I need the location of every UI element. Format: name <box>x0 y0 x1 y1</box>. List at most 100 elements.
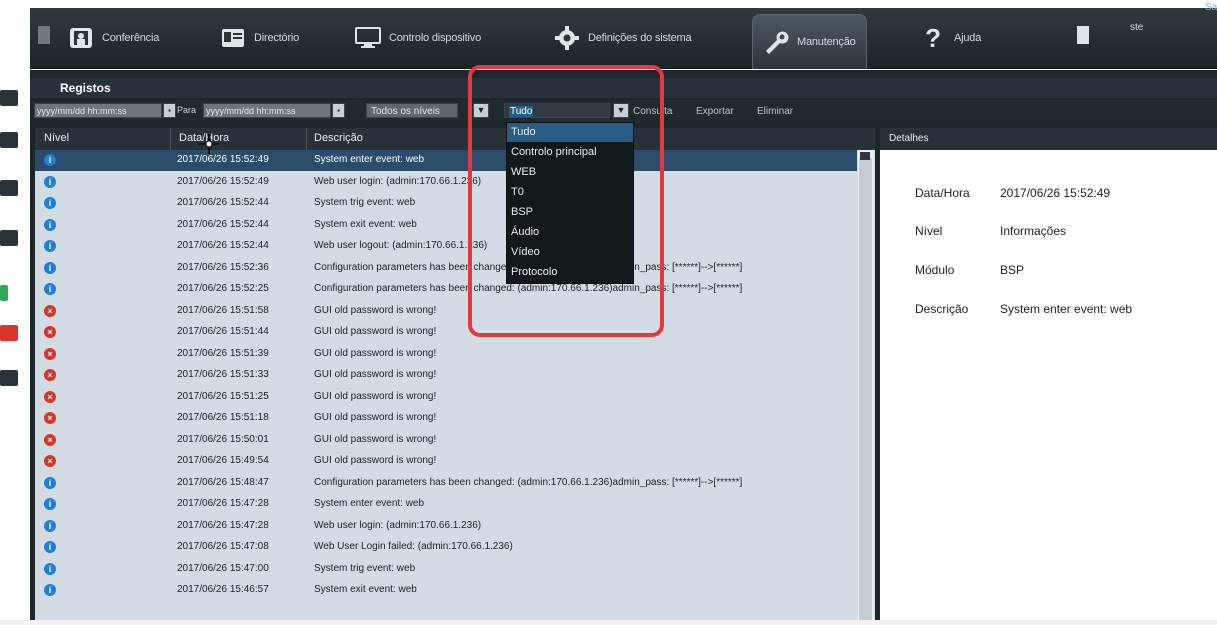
info-icon: i <box>44 261 56 274</box>
nav-label: Ajuda <box>954 32 982 44</box>
people-icon[interactable] <box>0 180 18 196</box>
row-description: GUI old password is wrong! <box>314 347 437 359</box>
table-row[interactable]: i 2017/06/26 15:52:49 System enter event: … <box>35 150 857 171</box>
row-datetime: 2017/06/26 15:47:28 <box>177 519 269 531</box>
nav-item-ajuda[interactable]: ? Ajuda <box>920 8 981 68</box>
info-icon: i <box>44 519 56 532</box>
table-row[interactable]: i 2017/06/26 15:52:44 System trig event: w… <box>35 193 857 214</box>
contact-card-icon <box>220 26 246 50</box>
table-row[interactable]: × 2017/06/26 15:49:54 GUI old password is … <box>35 451 857 472</box>
info-icon: i <box>44 154 56 166</box>
delete-button[interactable]: Eliminar <box>757 106 793 117</box>
card-icon[interactable] <box>0 132 18 148</box>
info-icon: i <box>44 476 56 489</box>
column-header-level[interactable]: Nível <box>44 132 69 144</box>
question-icon: ? <box>925 22 941 53</box>
top-nav-bar: Conferência Directório Controlo disposit… <box>30 8 1217 69</box>
monitor-icon <box>355 26 381 50</box>
table-row[interactable]: × 2017/06/26 15:51:39 GUI old password is … <box>35 344 857 365</box>
details-value: System enter event: web <box>1000 302 1133 316</box>
scrollbar-thumb[interactable] <box>859 158 872 625</box>
row-datetime: 2017/06/26 15:47:00 <box>177 562 269 574</box>
error-icon: × <box>44 326 56 338</box>
nav-item-controlo-dispositivo[interactable]: Controlo dispositivo <box>355 8 481 68</box>
details-label: Nível <box>915 224 943 238</box>
table-row[interactable]: i 2017/06/26 15:46:57 System exit event: w… <box>35 580 857 601</box>
table-row[interactable]: × 2017/06/26 15:51:58 GUI old password is … <box>35 301 857 322</box>
calendar-icon[interactable]: ▪ <box>332 103 345 118</box>
error-icon: × <box>44 304 56 317</box>
row-datetime: 2017/06/26 15:52:44 <box>177 218 269 230</box>
nav-label: Conferência <box>102 32 160 44</box>
nav-item-conferencia[interactable]: Conferência <box>68 8 159 68</box>
row-description: GUI old password is wrong! <box>314 390 437 402</box>
row-description: System trig event: web <box>314 562 416 574</box>
row-datetime: 2017/06/26 15:47:08 <box>177 541 269 552</box>
info-icon: i <box>44 175 56 188</box>
nav-label: Definições do sistema <box>588 32 692 44</box>
corner-link[interactable]: Sa <box>1205 2 1217 13</box>
level-select[interactable]: Todos os níveis <box>366 103 458 118</box>
nav-label: Manutenção <box>797 36 856 48</box>
row-description: System trig event: web <box>314 197 416 208</box>
details-panel: Detalhes Data/Hora 2017/06/26 15:52:49 N… <box>880 128 1217 625</box>
table-row[interactable]: i 2017/06/26 15:52:25 Configuration parame… <box>35 279 857 300</box>
table-row[interactable]: i 2017/06/26 15:52:49 Web user login: (adm… <box>35 172 857 193</box>
column-header-description[interactable]: Descrição <box>314 132 363 144</box>
row-description: System exit event: web <box>314 218 417 230</box>
row-description: System enter event: web <box>314 154 425 165</box>
table-row[interactable]: × 2017/06/26 15:51:33 GUI old password is … <box>35 365 857 386</box>
table-row[interactable]: i 2017/06/26 15:47:28 Web user login: (adm… <box>35 516 857 537</box>
table-row[interactable]: × 2017/06/26 15:50:01 GUI old password is … <box>35 430 857 451</box>
presentation-icon <box>68 26 94 50</box>
export-button[interactable]: Exportar <box>696 106 734 117</box>
hand-icon[interactable] <box>0 230 18 246</box>
nav-item-definicoes-do-sistema[interactable]: Definições do sistema <box>554 8 692 68</box>
row-description: GUI old password is wrong! <box>314 369 437 380</box>
details-value: BSP <box>1000 263 1025 277</box>
table-row[interactable]: i 2017/06/26 15:52:44 Web user logout: (ad… <box>35 236 857 257</box>
nav-left-arrow-icon[interactable] <box>38 26 50 44</box>
nav-label: Directório <box>254 32 300 44</box>
row-datetime: 2017/06/26 15:52:44 <box>177 240 269 251</box>
hangup-icon[interactable] <box>0 325 18 341</box>
start-time-input[interactable]: yyyy/mm/dd hh:mm:ss <box>34 103 162 118</box>
details-value: 2017/06/26 15:52:49 <box>1000 186 1111 200</box>
table-row[interactable]: × 2017/06/26 15:51:18 GUI old password is … <box>35 408 857 429</box>
error-icon: × <box>44 390 56 403</box>
column-separator[interactable] <box>306 128 307 150</box>
row-datetime: 2017/06/26 15:49:54 <box>177 455 269 466</box>
plus-icon[interactable] <box>0 90 18 106</box>
table-row[interactable]: i 2017/06/26 15:48:47 Configuration parame… <box>35 473 857 494</box>
calendar-icon[interactable]: ▪ <box>163 103 176 118</box>
info-icon: i <box>44 218 56 231</box>
nav-item-manutencao[interactable]: Manutenção <box>752 14 867 69</box>
column-separator[interactable] <box>170 128 171 150</box>
row-description: Web user login: (admin:170.66.1.236) <box>314 519 482 531</box>
table-row[interactable]: i 2017/06/26 15:47:28 System enter event: … <box>35 494 857 515</box>
table-row[interactable]: i 2017/06/26 15:47:08 Web User Login faile… <box>35 537 857 558</box>
vertical-scrollbar[interactable] <box>858 150 874 625</box>
nav-right-arrow-icon[interactable] <box>1077 26 1089 44</box>
scroll-up-arrow-icon[interactable] <box>860 152 870 160</box>
error-icon: × <box>44 455 56 467</box>
row-datetime: 2017/06/26 15:51:25 <box>177 390 269 402</box>
error-icon: × <box>44 433 56 446</box>
layout-icon[interactable] <box>0 370 18 386</box>
details-value: Informações <box>1000 224 1067 238</box>
table-row[interactable]: i 2017/06/26 15:52:44 System exit event: w… <box>35 215 857 236</box>
error-icon: × <box>44 369 56 381</box>
table-row[interactable]: × 2017/06/26 15:51:25 GUI old password is … <box>35 387 857 408</box>
table-row[interactable]: × 2017/06/26 15:51:44 GUI old password is … <box>35 322 857 343</box>
row-datetime: 2017/06/26 15:47:28 <box>177 498 269 509</box>
nav-item-directorio[interactable]: Directório <box>220 8 299 68</box>
row-datetime: 2017/06/26 15:51:39 <box>177 347 269 359</box>
table-row[interactable]: i 2017/06/26 15:47:00 System trig event: w… <box>35 559 857 580</box>
move-cursor-icon <box>198 133 220 155</box>
end-time-input[interactable]: yyyy/mm/dd hh:mm:ss <box>203 103 331 118</box>
info-icon: i <box>44 197 56 209</box>
details-header: Detalhes <box>880 128 1217 150</box>
info-icon: i <box>44 498 56 510</box>
row-description: GUI old password is wrong! <box>314 304 437 316</box>
table-row[interactable]: i 2017/06/26 15:52:36 Configuration parame… <box>35 258 857 279</box>
